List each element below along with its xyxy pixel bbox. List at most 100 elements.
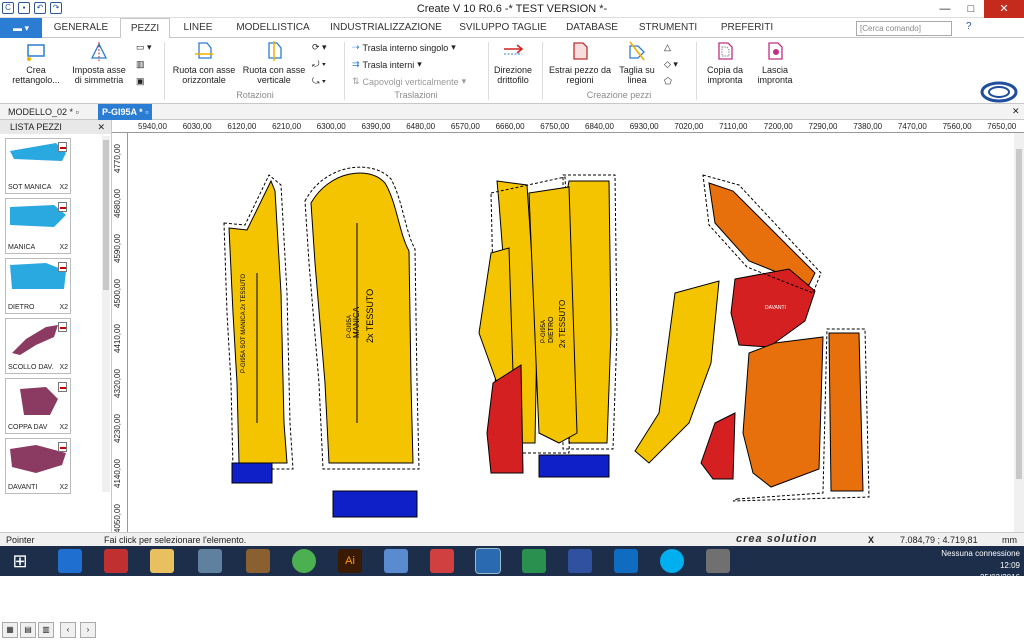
piece-thumbnail[interactable]: DAVANTI X2 bbox=[5, 438, 71, 494]
capovolgi-button[interactable]: ⇅ Capovolgi verticalmente ▾ bbox=[352, 76, 466, 87]
ruler-tick-label: 6660,00 bbox=[495, 122, 525, 131]
pieces-view-3-button[interactable]: ▥ bbox=[38, 622, 54, 638]
manica-piece[interactable]: P-GI95A MANICA 2x TESSUTO bbox=[304, 166, 420, 518]
piece-thumbnail[interactable]: SCOLLO DAV. X2 bbox=[5, 318, 71, 374]
tab-preferiti[interactable]: PREFERITI bbox=[712, 18, 782, 38]
lascia-impronta-button[interactable]: Lascia impronta bbox=[752, 40, 798, 85]
piece-thumbnail[interactable]: DIETRO X2 bbox=[5, 258, 71, 314]
create-app-icon[interactable] bbox=[475, 548, 501, 574]
pieces-next-button[interactable]: › bbox=[80, 622, 96, 638]
tools-icon[interactable] bbox=[246, 549, 270, 573]
separator bbox=[344, 42, 345, 100]
tab-linee[interactable]: LINEE bbox=[178, 18, 218, 38]
doc-tab-active[interactable]: P-GI95A * ▫ bbox=[98, 104, 153, 120]
tab-strumenti[interactable]: STRUMENTI bbox=[632, 18, 704, 38]
piece-small-1-icon[interactable]: △ bbox=[664, 42, 671, 53]
small-dashed-icon[interactable]: ▥ bbox=[136, 59, 145, 70]
tab-generale[interactable]: GENERALE bbox=[50, 18, 112, 38]
pieces-panel-close-icon[interactable]: ✕ bbox=[97, 120, 105, 134]
windows-start-icon[interactable]: ⊞ bbox=[8, 549, 32, 573]
ruler-tick-label: 7560,00 bbox=[942, 122, 972, 131]
application-menu-button[interactable]: ▬ ▾ bbox=[0, 18, 42, 38]
pieces-view-2-button[interactable]: ▤ bbox=[20, 622, 36, 638]
tab-pezzi[interactable]: PEZZI bbox=[120, 18, 170, 39]
pattern-pieces[interactable]: P-GI95A SOT MANICA 2x TESSUTO P-GI95A MA… bbox=[129, 133, 1014, 532]
copy-imprint-icon bbox=[718, 42, 733, 60]
pieces-view-1-button[interactable]: ▦ bbox=[2, 622, 18, 638]
copia-impronta-button[interactable]: Copia da impronta bbox=[700, 40, 750, 85]
paint-icon[interactable] bbox=[384, 549, 408, 573]
drawing-canvas[interactable]: P-GI95A SOT MANICA 2x TESSUTO P-GI95A MA… bbox=[129, 133, 1014, 532]
pieces-prev-button[interactable]: ‹ bbox=[60, 622, 76, 638]
taglia-linea-label: Taglia su linea bbox=[619, 65, 655, 85]
trasla-singolo-button[interactable]: ⇢ Trasla interno singolo ▾ bbox=[352, 42, 456, 53]
rotate-small-3-icon[interactable]: ⤿ ▾ bbox=[312, 76, 326, 87]
estrai-pezzo-button[interactable]: Estrai pezzo da regioni bbox=[548, 40, 612, 85]
tab-modellistica[interactable]: MODELLISTICA bbox=[226, 18, 320, 38]
piece-small-3-icon[interactable]: ⬠ bbox=[664, 76, 672, 87]
trasla-interni-icon: ⇉ bbox=[352, 59, 360, 69]
maximize-button[interactable]: □ bbox=[958, 0, 984, 18]
ruota-verticale-button[interactable]: Ruota con asse verticale bbox=[240, 40, 308, 85]
ribbon: Crea rettangolo... Imposta asse di simme… bbox=[0, 38, 1024, 115]
piece-thumbnail[interactable]: MANICA X2 bbox=[5, 198, 71, 254]
capovolgi-icon: ⇅ bbox=[352, 76, 360, 86]
small-db-icon[interactable]: ▣ bbox=[136, 76, 145, 87]
ruota-orizzontale-label: Ruota con asse orizzontale bbox=[172, 65, 236, 85]
trasla-interni-button[interactable]: ⇉ Trasla interni ▾ bbox=[352, 59, 422, 70]
trasla-singolo-icon: ⇢ bbox=[352, 42, 360, 52]
piece-tag-icon bbox=[58, 142, 67, 152]
canvas-vertical-scrollbar[interactable] bbox=[1014, 133, 1024, 532]
illustrator-icon[interactable]: Ai bbox=[338, 549, 362, 573]
explorer-icon[interactable] bbox=[150, 549, 174, 573]
app-icon-2[interactable] bbox=[104, 549, 128, 573]
ruler-tick-label: 4680,00 bbox=[113, 189, 122, 218]
ruota-orizzontale-button[interactable]: Ruota con asse orizzontale bbox=[170, 40, 238, 85]
piece-small-2-icon[interactable]: ◇ ▾ bbox=[664, 59, 678, 70]
tab-industrializzazione[interactable]: INDUSTRIALIZZAZIONE bbox=[326, 18, 446, 38]
crea-rettangolo-button[interactable]: Crea rettangolo... bbox=[6, 40, 66, 85]
piece-qty: X2 bbox=[59, 424, 68, 431]
tab-sviluppo-taglie[interactable]: SVILUPPO TAGLIE bbox=[452, 18, 554, 38]
piece-thumbnail[interactable]: COPPA DAV X2 bbox=[5, 378, 71, 434]
small-page-icon[interactable]: ▭ ▾ bbox=[136, 42, 152, 53]
calc-icon[interactable] bbox=[522, 549, 546, 573]
document-tab-bar: MODELLO_02 * ▫ P-GI95A * ▫ ✕ bbox=[0, 104, 1024, 120]
imposta-asse-button[interactable]: Imposta asse di simmetria bbox=[68, 40, 130, 85]
ruler-tick-label: 7470,00 bbox=[897, 122, 927, 131]
tray-network-label: Nessuna connessione bbox=[941, 549, 1020, 558]
command-search-input[interactable]: [Cerca comando] bbox=[856, 21, 952, 36]
gimp-icon[interactable] bbox=[706, 549, 730, 573]
help-icon[interactable]: ? bbox=[966, 21, 972, 32]
skype-icon[interactable] bbox=[660, 549, 684, 573]
taglia-linea-button[interactable]: Taglia su linea bbox=[612, 40, 662, 85]
acrobat-icon[interactable] bbox=[430, 549, 454, 573]
rotate-small-1-icon[interactable]: ⟳ ▾ bbox=[312, 42, 327, 53]
pieces-scrollbar[interactable] bbox=[102, 136, 110, 492]
horizontal-ruler: 5940,00 6030,00 6120,00 6210,00 6300,00 6390,… bbox=[112, 120, 1024, 133]
status-bar: Pointer Fai click per selezionare l'elem… bbox=[0, 532, 1024, 546]
doc-tab-modello[interactable]: MODELLO_02 * ▫ bbox=[4, 104, 83, 120]
dietro-piece[interactable]: P-GI95A DIETRO 2x TESSUTO bbox=[478, 174, 618, 478]
puzzle-icon[interactable] bbox=[198, 549, 222, 573]
ruler-tick-label: 6570,00 bbox=[450, 122, 480, 131]
sot-manica-piece[interactable]: P-GI95A SOT MANICA 2x TESSUTO bbox=[223, 174, 294, 484]
davanti-pieces[interactable]: DAVANTI bbox=[634, 174, 870, 502]
close-button[interactable]: ✕ bbox=[984, 0, 1024, 18]
chrome-icon[interactable] bbox=[292, 549, 316, 573]
tab-database[interactable]: DATABASE bbox=[560, 18, 624, 38]
rotate-small-2-icon[interactable]: ⤾ ▾ bbox=[312, 59, 326, 70]
crea-tool-icon[interactable] bbox=[568, 549, 592, 573]
canvas-scroll-thumb[interactable] bbox=[1016, 149, 1022, 479]
ruler-tick-label: 6930,00 bbox=[629, 122, 659, 131]
close-document-icon[interactable]: ✕ bbox=[1012, 106, 1020, 117]
outlook-icon[interactable] bbox=[614, 549, 638, 573]
piece-thumbnail[interactable]: SOT MANICA X2 bbox=[5, 138, 71, 194]
ruler-tick-label: 7290,00 bbox=[808, 122, 838, 131]
direzione-drittofilo-button[interactable]: Direzione drittofilo bbox=[488, 40, 538, 85]
ie-icon[interactable] bbox=[58, 549, 82, 573]
pieces-scroll-thumb[interactable] bbox=[103, 140, 109, 290]
piece-name: DIETRO bbox=[8, 304, 35, 311]
minimize-button[interactable]: — bbox=[932, 0, 958, 18]
status-units: mm bbox=[1002, 535, 1017, 545]
